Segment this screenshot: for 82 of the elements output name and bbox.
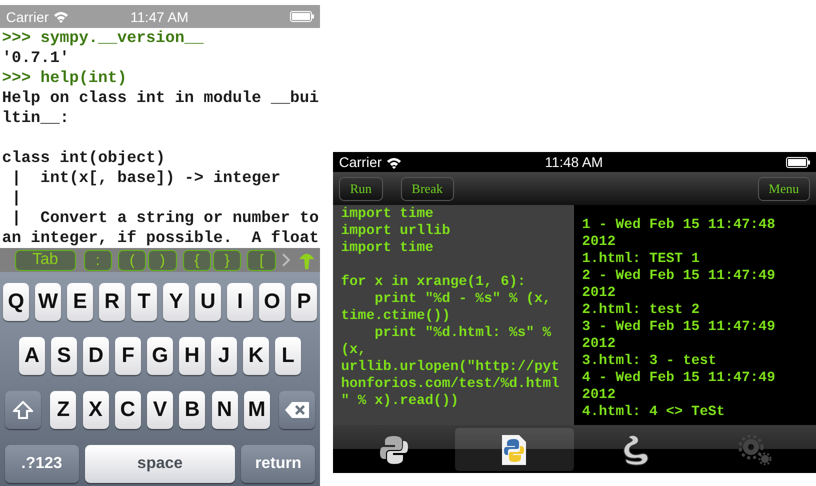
document-icon: [501, 434, 528, 466]
key[interactable]: T: [131, 283, 157, 321]
space-key[interactable]: space: [84, 445, 236, 483]
console-line: '0.7.1': [1, 48, 70, 68]
output-line: 4 - Wed Feb 15 11:47:49: [582, 370, 776, 387]
code-line: (x,: [341, 342, 368, 359]
key[interactable]: E: [67, 283, 93, 321]
key[interactable]: W: [35, 283, 61, 321]
key[interactable]: G: [147, 337, 173, 375]
console-line: | int(x[, base]) -> integer: [10, 168, 282, 188]
key[interactable]: Z: [50, 391, 76, 429]
console-line: Help on class int in module __bui: [1, 88, 320, 108]
code-line: urllib.urlopen("http://pyt: [341, 359, 560, 376]
output-line: 2.html: test 2: [582, 302, 701, 319]
wifi-icon: [52, 10, 69, 23]
gears-icon: [738, 434, 772, 464]
key[interactable]: R: [99, 283, 125, 321]
battery-icon: [786, 156, 810, 168]
carrier-label: Carrier: [339, 154, 382, 170]
key[interactable]: V: [147, 391, 173, 429]
status-time: 11:48 AM: [544, 154, 604, 170]
key[interactable]: .?123: [5, 445, 78, 483]
key[interactable]: D: [83, 337, 109, 375]
toolbar-button[interactable]: Run: [339, 176, 383, 200]
console-line: | Convert a string or number to: [10, 208, 320, 228]
code-line: import time: [341, 206, 434, 223]
key[interactable]: F: [115, 337, 141, 375]
code-line: " % x).read()): [341, 393, 460, 410]
key[interactable]: B: [179, 391, 206, 429]
wifi-icon: [386, 156, 402, 168]
code-line: print "%d.html: %s" %: [374, 325, 552, 342]
output-line: 2012: [582, 234, 617, 251]
snake-logo-icon: [380, 434, 408, 464]
key[interactable]: Y: [163, 283, 189, 321]
output-line: 2012: [582, 285, 617, 302]
delete-key[interactable]: [279, 391, 315, 429]
output-line: 1.html: TEST 1: [582, 251, 701, 268]
code-line: import time: [341, 240, 434, 257]
console-line: >>> help(int): [1, 68, 128, 88]
key[interactable]: J: [211, 337, 237, 375]
output-line: 3 - Wed Feb 15 11:47:49: [582, 319, 776, 336]
arrow-up-icon: [13, 401, 33, 419]
output-line: 3.html: 3 - test: [582, 353, 718, 370]
shift-key[interactable]: [5, 391, 41, 429]
code-line: import urllib: [341, 223, 452, 240]
key[interactable]: P: [291, 283, 317, 321]
toolbar-button[interactable]: Break: [400, 176, 454, 200]
tab-item[interactable]: [455, 428, 574, 471]
key[interactable]: O: [259, 283, 285, 321]
key[interactable]: N: [212, 391, 238, 429]
carrier-label: Carrier: [6, 8, 49, 24]
console-line: ltin__:: [1, 108, 70, 128]
key[interactable]: return: [241, 445, 315, 483]
code-line: honforios.com/test/%d.html: [341, 376, 560, 393]
output-line: 2012: [582, 387, 617, 404]
code-line: for x in xrange(1, 6):: [341, 274, 527, 291]
output-line: 1 - Wed Feb 15 11:47:48: [582, 217, 776, 234]
code-line: print "%d - %s" % (x,: [374, 291, 552, 308]
key[interactable]: A: [19, 337, 45, 375]
console-line: |: [10, 188, 22, 208]
output-line: 4.html: 4 <> TeSt: [582, 404, 726, 421]
key[interactable]: K: [243, 337, 269, 375]
battery-icon: [290, 11, 314, 22]
key[interactable]: C: [114, 391, 141, 429]
status-time: 11:47 AM: [129, 8, 190, 24]
key[interactable]: U: [195, 283, 221, 321]
key[interactable]: M: [244, 391, 270, 429]
key[interactable]: I: [227, 283, 253, 321]
backspace-icon: [284, 401, 310, 419]
editor-pane[interactable]: import time import urllib import time for x in xrange(1, 6): print "%d - %s" % (x, time.ctime()) print "%d.html: %s" % (x, urllib.urlopen("http://pyt honforios.com/test/%d.html " % x).read()): [333, 205, 574, 425]
key[interactable]: Q: [3, 283, 29, 321]
output-line: 2 - Wed Feb 15 11:47:49: [582, 268, 776, 285]
key[interactable]: L: [275, 337, 301, 375]
console-line: >>> sympy.__version__: [1, 28, 205, 48]
code-line: time.ctime()): [341, 308, 452, 325]
output-line: 2012: [582, 336, 617, 353]
toolbar-button[interactable]: Menu: [758, 176, 810, 200]
console-line: class int(object): [1, 148, 166, 168]
console-line: an integer, if possible. A float: [1, 228, 320, 248]
key[interactable]: X: [82, 391, 108, 429]
key[interactable]: S: [51, 337, 77, 375]
key[interactable]: H: [179, 337, 205, 375]
